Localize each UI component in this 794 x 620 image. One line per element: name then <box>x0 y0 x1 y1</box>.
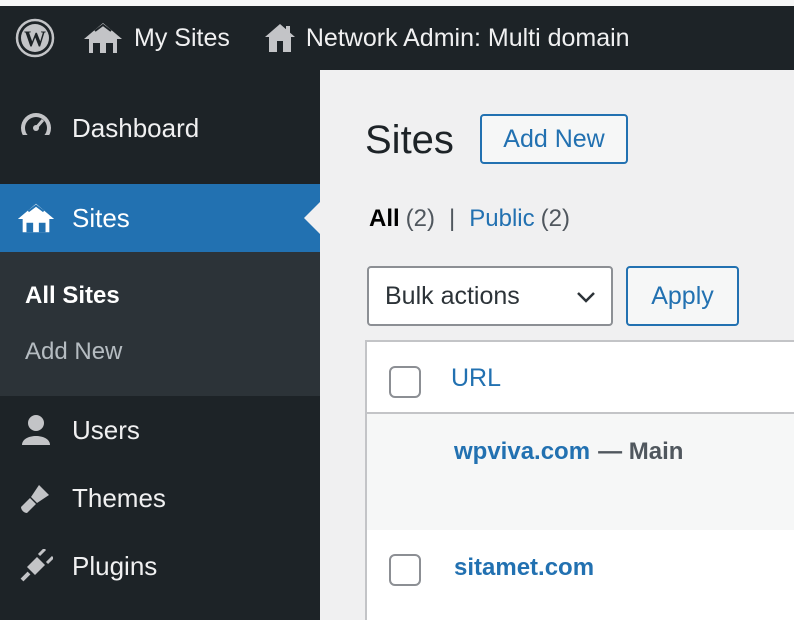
filter-separator: | <box>449 205 456 232</box>
plugins-icon <box>0 549 72 583</box>
admin-sidebar: Dashboard Sites All Sites Add New Users <box>0 70 320 620</box>
network-admin-label: Network Admin: Multi domain <box>305 23 630 52</box>
site-cell: sitamet.com <box>454 554 594 582</box>
sites-icon <box>0 201 72 235</box>
add-new-site-button[interactable]: Add New <box>480 114 628 164</box>
table-row: wpviva.com — Main <box>367 414 794 530</box>
sidebar-item-sites[interactable]: Sites <box>0 184 320 252</box>
sidebar-item-label: Users <box>72 414 140 445</box>
bulk-actions-select[interactable]: Bulk actions <box>367 266 613 326</box>
sites-submenu: All Sites Add New <box>0 252 320 396</box>
site-link[interactable]: sitamet.com <box>454 554 594 581</box>
status-filters: All (2) | Public (2) <box>369 205 570 233</box>
row-checkbox[interactable] <box>389 554 421 586</box>
site-link[interactable]: wpviva.com <box>454 438 590 466</box>
dashboard-icon <box>0 111 72 145</box>
sidebar-item-dashboard[interactable]: Dashboard <box>0 92 320 164</box>
main-content: Sites Add New All (2) | Public (2) Bulk … <box>320 70 794 620</box>
main-site-label: — Main <box>598 438 684 465</box>
sidebar-item-label: Plugins <box>72 550 158 581</box>
filter-all-link[interactable]: All <box>369 205 400 233</box>
table-row: sitamet.com <box>367 530 794 620</box>
users-icon <box>0 413 72 447</box>
sidebar-item-users[interactable]: Users <box>0 396 320 464</box>
themes-icon <box>0 481 72 515</box>
column-header-url[interactable]: URL <box>451 364 501 393</box>
sidebar-item-label: Dashboard <box>72 112 200 143</box>
network-admin-menu[interactable]: Network Admin: Multi domain <box>264 6 630 70</box>
sites-table: URL wpviva.com — Main sitamet.com <box>365 340 794 620</box>
admin-bar: W My Sites Network Admin: Multi domain <box>0 0 794 70</box>
sidebar-item-plugins[interactable]: Plugins <box>0 532 320 600</box>
site-cell: wpviva.com — Main <box>454 438 683 466</box>
my-sites-menu[interactable]: My Sites <box>82 6 230 70</box>
current-menu-arrow <box>304 202 320 234</box>
submenu-item-add-new[interactable]: Add New <box>25 338 122 366</box>
page-title: Sites <box>365 118 454 162</box>
svg-text:W: W <box>24 26 46 51</box>
sidebar-item-themes[interactable]: Themes <box>0 464 320 532</box>
apply-button[interactable]: Apply <box>626 266 739 326</box>
submenu-item-all-sites[interactable]: All Sites <box>25 282 120 310</box>
my-sites-label: My Sites <box>134 23 230 52</box>
filter-public-count: (2) <box>540 205 570 232</box>
sidebar-item-label: Sites <box>72 202 130 233</box>
table-header: URL <box>367 342 794 414</box>
wordpress-logo-icon: W <box>15 18 55 58</box>
select-all-checkbox[interactable] <box>389 366 421 398</box>
wordpress-logo-button[interactable]: W <box>0 6 70 70</box>
filter-all-count: (2) <box>405 205 436 232</box>
filter-public-link[interactable]: Public <box>469 205 534 233</box>
sites-icon <box>84 23 122 53</box>
sidebar-item-label: Themes <box>72 482 166 513</box>
chevron-down-icon <box>577 292 595 303</box>
home-icon <box>264 24 295 52</box>
bulk-actions-selected: Bulk actions <box>385 281 520 310</box>
